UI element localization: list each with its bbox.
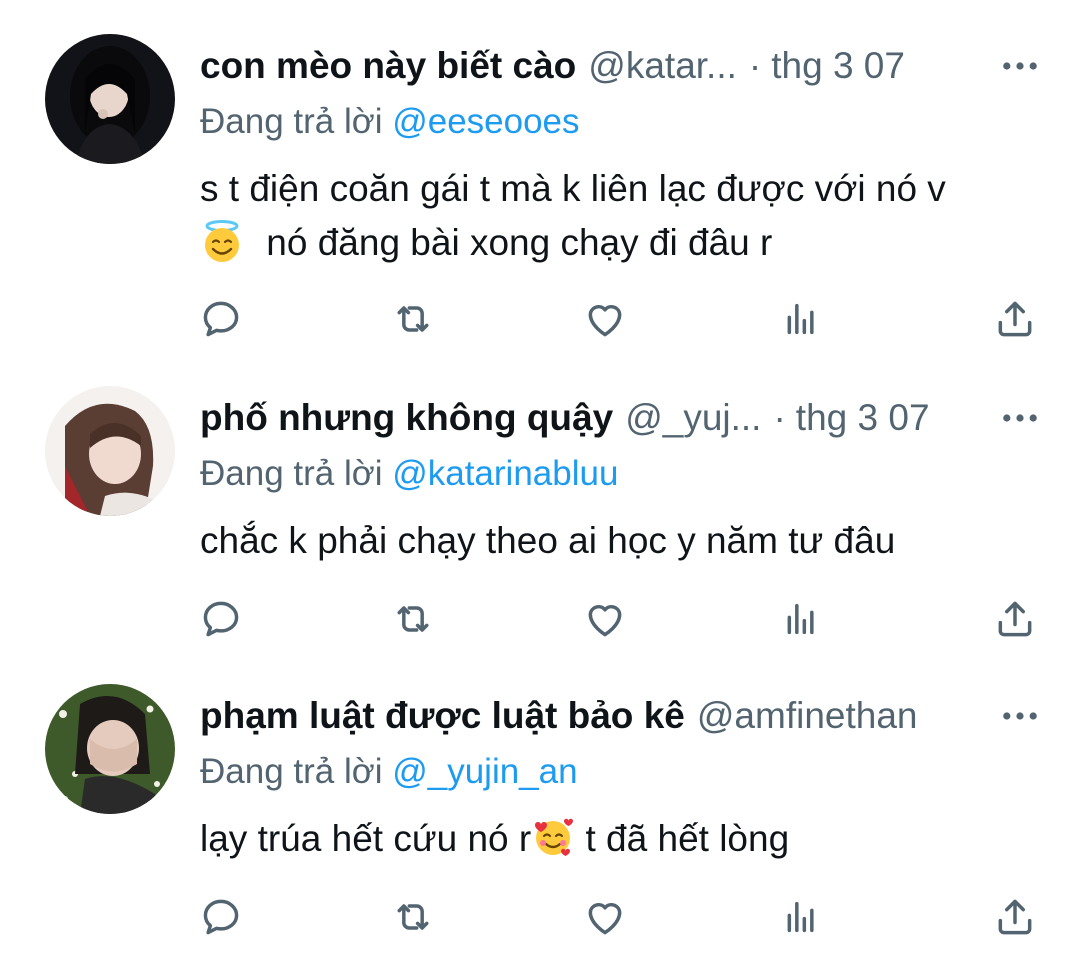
replying-to-mention[interactable]: @_yujin_an <box>392 752 577 791</box>
more-options-icon[interactable] <box>1002 388 1038 448</box>
replying-to-mention[interactable]: @katarinabluu <box>392 454 618 493</box>
views-icon[interactable] <box>776 892 826 942</box>
retweet-icon[interactable] <box>388 594 438 644</box>
smiling-face-with-halo-icon <box>200 219 244 263</box>
display-name[interactable]: phố nhưng không quậy <box>200 397 613 439</box>
like-icon[interactable] <box>580 892 630 942</box>
action-bar <box>196 294 1042 344</box>
display-name[interactable]: phạm luật được luật bảo kê <box>200 695 685 737</box>
tweet-text: chắc k phải chạy theo ai học y năm tư đâ… <box>200 514 1040 568</box>
more-options-icon[interactable] <box>1002 686 1038 746</box>
tweet-text: lạy trúa hết cứu nó r t đã hết lòng <box>200 812 1040 866</box>
avatar[interactable] <box>45 386 175 516</box>
avatar[interactable] <box>45 684 175 814</box>
retweet-icon[interactable] <box>388 294 438 344</box>
tweet-text-line: s t điện coăn gái t mà k liên lạc được v… <box>200 168 946 209</box>
tweet-text-line: lạy trúa hết cứu nó r t đã hết lòng <box>200 812 1040 866</box>
replying-to-line: Đang trả lời @_yujin_an <box>200 752 578 792</box>
reply-icon[interactable] <box>196 294 246 344</box>
replying-to-label: Đang trả lời <box>200 752 393 791</box>
replying-to-mention[interactable]: @eeseooes <box>392 102 579 141</box>
display-name[interactable]: con mèo này biết cào <box>200 45 576 87</box>
reply-icon[interactable] <box>196 892 246 942</box>
timestamp[interactable]: thg 3 07 <box>771 45 905 87</box>
action-bar <box>196 594 1042 644</box>
separator-dot: · <box>773 397 786 438</box>
share-icon[interactable] <box>990 294 1040 344</box>
avatar[interactable] <box>45 34 175 164</box>
replying-to-line: Đang trả lời @katarinabluu <box>200 454 618 494</box>
replying-to-label: Đang trả lời <box>200 454 393 493</box>
tweet-text: s t điện coăn gái t mà k liên lạc được v… <box>200 162 1040 270</box>
views-icon[interactable] <box>776 294 826 344</box>
separator-dot: · <box>748 45 762 86</box>
smiling-face-with-hearts-icon <box>531 815 575 859</box>
replying-to-line: Đang trả lời @eeseooes <box>200 102 580 142</box>
share-icon[interactable] <box>990 594 1040 644</box>
reply-icon[interactable] <box>196 594 246 644</box>
replying-to-label: Đang trả lời <box>200 102 393 141</box>
timestamp[interactable]: thg 3 07 <box>796 397 930 439</box>
like-icon[interactable] <box>580 594 630 644</box>
user-handle[interactable]: @_yuj... <box>625 397 761 439</box>
tweet-text-line: chắc k phải chạy theo ai học y năm tư đâ… <box>200 520 896 561</box>
tweet-text-line: nó đăng bài xong chạy đi đâu r <box>200 216 1040 270</box>
more-options-icon[interactable] <box>1002 36 1038 96</box>
tweet-text-end: t đã hết lòng <box>575 818 790 859</box>
tweet-text-continued: nó đăng bài xong chạy đi đâu r <box>266 222 773 263</box>
user-handle[interactable]: @katar... <box>588 45 737 87</box>
action-bar <box>196 892 1042 942</box>
views-icon[interactable] <box>776 594 826 644</box>
retweet-icon[interactable] <box>388 892 438 942</box>
tweet-text-start: lạy trúa hết cứu nó r <box>200 818 532 859</box>
share-icon[interactable] <box>990 892 1040 942</box>
like-icon[interactable] <box>580 294 630 344</box>
user-handle[interactable]: @amfinethan <box>697 695 918 737</box>
